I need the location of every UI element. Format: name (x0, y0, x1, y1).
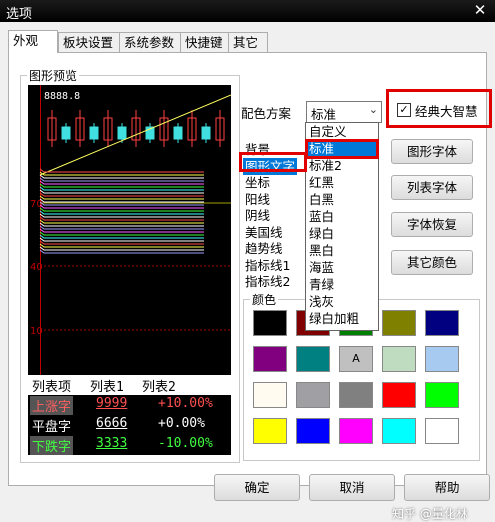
scheme-option[interactable]: 绿白加粗 (306, 310, 378, 327)
color-swatch[interactable] (253, 310, 287, 336)
preview-chart: 7040108888.8 (30, 85, 231, 375)
row-name: 上涨字 (30, 396, 74, 415)
color-swatch[interactable] (382, 382, 416, 408)
preview-candle-body (61, 126, 71, 140)
graph-preview: 70 40 10 8888.8 列表项 列表1 列表2 上涨字 9999 +10.00% 平… (28, 85, 231, 455)
element-list-item[interactable]: 阴线 (243, 207, 272, 224)
color-swatch[interactable] (382, 418, 416, 444)
preview-candle-body (173, 126, 183, 140)
watermark-text: 知乎 @量化林 (392, 507, 468, 521)
swatch-letter: A (352, 352, 360, 365)
element-list-item[interactable]: 指标线2 (243, 273, 292, 290)
graph-font-button[interactable]: 图形字体 (391, 139, 473, 164)
row-value-2: -10.00% (158, 436, 213, 451)
header-col-item: 列表项 (32, 380, 72, 395)
element-list-item[interactable]: 背景 (243, 141, 272, 158)
title-bar: 选项 ✕ (0, 0, 495, 22)
element-list[interactable]: 背景 图形文字 坐标 阳线 阴线 美国线 趋势线 指标线1 指标线2 (241, 141, 313, 291)
element-list-item[interactable]: 图形文字 (243, 157, 298, 175)
tab-system-params[interactable]: 系统参数 (119, 32, 183, 52)
preview-candle-body (117, 126, 127, 140)
scheme-option[interactable]: 标准2 (306, 157, 378, 174)
tab-appearance[interactable]: 外观 (8, 30, 58, 53)
scheme-option[interactable]: 蓝白 (306, 208, 378, 225)
color-swatch[interactable] (339, 382, 373, 408)
colors-group-title: 颜色 (250, 291, 279, 308)
preview-table-row: 下跌字 3333 -10.00% (28, 435, 231, 455)
preview-indicator-line (39, 168, 204, 173)
scheme-dropdown-list[interactable]: 自定义 标准 标准2 红黑 白黑 蓝白 绿白 黑白 海蓝 青绿 浅灰 绿白加粗 (305, 122, 379, 331)
header-col-1: 列表1 (90, 380, 124, 395)
scheme-option[interactable]: 自定义 (306, 123, 378, 140)
element-list-item[interactable]: 趋势线 (243, 240, 285, 257)
preview-candle-body (201, 126, 211, 140)
options-dialog: 外观 板块设置 系统参数 快捷键 其它 图形预览 70 40 10 8888.8 列表… (0, 22, 495, 521)
scheme-option[interactable]: 青绿 (306, 276, 378, 293)
color-swatch[interactable] (253, 382, 287, 408)
classic-dzh-checkbox[interactable]: ✓ (397, 103, 411, 117)
row-name: 平盘字 (30, 416, 74, 435)
color-swatch[interactable] (253, 346, 287, 372)
scheme-option[interactable]: 海蓝 (306, 259, 378, 276)
element-list-item[interactable]: 指标线1 (243, 257, 292, 274)
color-swatch[interactable]: A (339, 346, 373, 372)
header-col-2: 列表2 (142, 380, 176, 395)
scheme-option[interactable]: 绿白 (306, 225, 378, 242)
tab-shortcuts[interactable]: 快捷键 (180, 32, 232, 52)
list-font-button[interactable]: 列表字体 (391, 175, 473, 200)
window-title: 选项 (6, 7, 33, 22)
preview-top-value: 8888.8 (44, 91, 80, 102)
tab-sector-settings[interactable]: 板块设置 (58, 32, 122, 52)
help-button[interactable]: 帮助 (404, 474, 490, 501)
element-list-item[interactable]: 坐标 (243, 174, 272, 191)
close-icon[interactable]: ✕ (471, 2, 489, 19)
classic-dzh-checkbox-row[interactable]: ✓ 经典大智慧 (393, 97, 491, 123)
preview-table: 列表项 列表1 列表2 上涨字 9999 +10.00% 平盘字 6666 +0.00% 下… (28, 375, 231, 455)
font-restore-button[interactable]: 字体恢复 (391, 212, 473, 237)
preview-table-row: 平盘字 6666 +0.00% (28, 415, 231, 435)
color-swatch[interactable] (382, 310, 416, 336)
scheme-option[interactable]: 浅灰 (306, 293, 378, 310)
scheme-option[interactable]: 标准 (306, 140, 378, 157)
scheme-label: 配色方案 (241, 106, 292, 121)
color-swatch[interactable] (425, 382, 459, 408)
scheme-select[interactable]: 标准 ⌄ (306, 101, 382, 123)
cancel-button[interactable]: 取消 (309, 474, 395, 501)
preview-y-label: 40 (30, 262, 43, 273)
preview-table-header: 列表项 列表1 列表2 (28, 375, 231, 395)
element-list-item[interactable]: 美国线 (243, 224, 285, 241)
color-swatch[interactable] (382, 346, 416, 372)
chevron-down-icon[interactable]: ⌄ (369, 103, 378, 116)
row-value-1: 6666 (96, 416, 128, 431)
scheme-option[interactable]: 黑白 (306, 242, 378, 259)
scheme-option[interactable]: 白黑 (306, 191, 378, 208)
row-value-1: 3333 (96, 436, 128, 451)
preview-y-label: 10 (30, 326, 43, 337)
ok-button[interactable]: 确定 (214, 474, 300, 501)
classic-dzh-label: 经典大智慧 (415, 104, 478, 119)
color-swatch[interactable] (296, 382, 330, 408)
row-name: 下跌字 (30, 436, 74, 455)
color-swatch[interactable] (296, 418, 330, 444)
color-swatch[interactable] (425, 418, 459, 444)
color-swatch[interactable] (425, 310, 459, 336)
other-colors-button[interactable]: 其它颜色 (391, 250, 473, 275)
row-value-1: 9999 (96, 396, 128, 411)
color-swatch[interactable] (253, 418, 287, 444)
row-value-2: +0.00% (158, 416, 205, 431)
color-swatch[interactable] (296, 346, 330, 372)
row-value-2: +10.00% (158, 396, 213, 411)
color-swatch[interactable] (339, 418, 373, 444)
tab-other[interactable]: 其它 (228, 32, 268, 52)
preview-group-title: 图形预览 (27, 67, 80, 84)
scheme-selected-value: 标准 (311, 107, 337, 122)
color-swatch[interactable] (425, 346, 459, 372)
preview-candle-body (89, 126, 99, 140)
preview-table-row: 上涨字 9999 +10.00% (28, 395, 231, 415)
element-list-item[interactable]: 阳线 (243, 191, 272, 208)
scheme-option[interactable]: 红黑 (306, 174, 378, 191)
tab-panel-appearance: 图形预览 70 40 10 8888.8 列表项 列表1 列表2 上涨字 9999 +10… (8, 52, 492, 486)
